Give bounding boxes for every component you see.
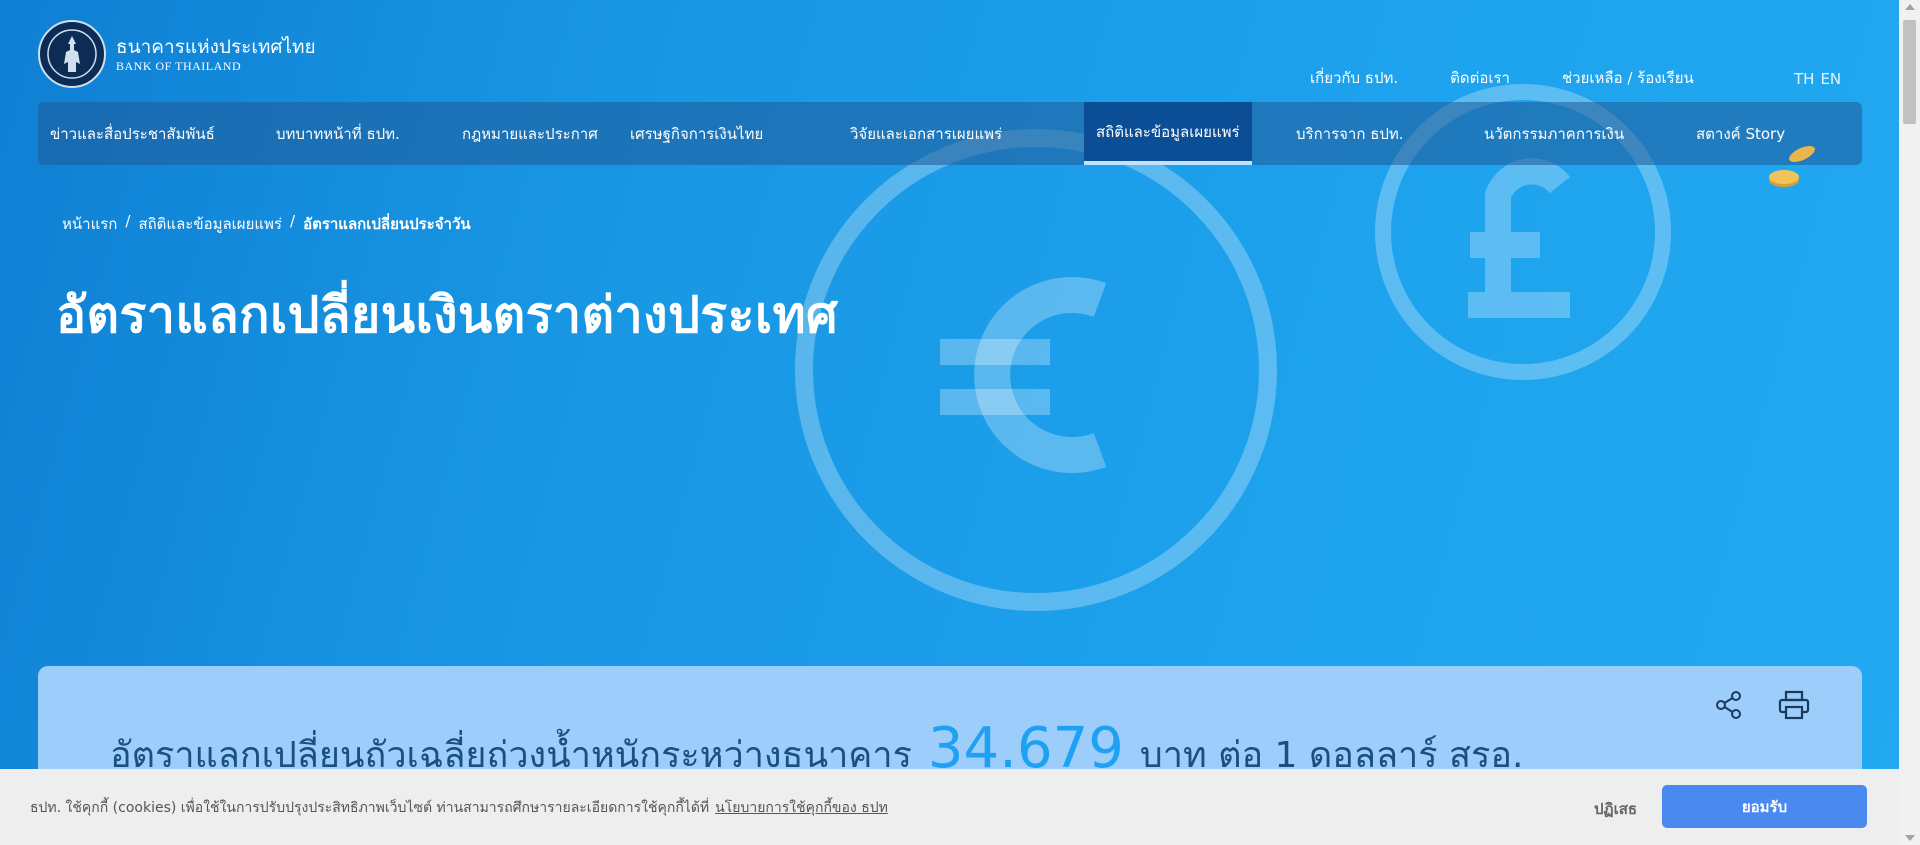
nav-item-innovation[interactable]: นวัตกรรมภาคการเงิน	[1472, 102, 1636, 165]
main-nav: ข่าวและสื่อประชาสัมพันธ์ บทบาทหน้าที่ ธป…	[38, 102, 1862, 165]
nav-item-laws[interactable]: กฎหมายและประกาศ	[450, 102, 610, 165]
page: ธนาคารแห่งประเทศไทย BANK OF THAILAND เกี…	[0, 0, 1899, 845]
breadcrumb-home[interactable]: หน้าแรก	[62, 212, 117, 236]
scroll-thumb[interactable]	[1903, 20, 1916, 124]
nav-item-services[interactable]: บริการจาก ธปท.	[1284, 102, 1416, 165]
page-title: อัตราแลกเปลี่ยนเงินตราต่างประเทศ	[56, 286, 839, 344]
accept-cookies-button[interactable]: ยอมรับ	[1662, 785, 1867, 828]
reject-cookies-button[interactable]: ปฏิเสธ	[1594, 797, 1637, 821]
breadcrumb-section[interactable]: สถิติและข้อมูลเผยแพร่	[138, 212, 282, 236]
language-switch: TH EN	[1794, 70, 1841, 88]
scroll-up-icon[interactable]	[1905, 4, 1915, 10]
nav-item-statistics[interactable]: สถิติและข้อมูลเผยแพร่	[1084, 102, 1252, 165]
lang-th[interactable]: TH	[1794, 70, 1814, 88]
nav-item-economy[interactable]: เศรษฐกิจการเงินไทย	[618, 102, 775, 165]
cookie-policy-link[interactable]: นโยบายการใช้คุกกี้ของ ธปท	[715, 800, 888, 816]
print-icon[interactable]	[1778, 690, 1810, 720]
lang-en[interactable]: EN	[1820, 70, 1841, 88]
top-links: เกี่ยวกับ ธปท. ติดต่อเรา ช่วยเหลือ / ร้อ…	[1310, 66, 1746, 90]
top-link-about[interactable]: เกี่ยวกับ ธปท.	[1310, 66, 1398, 90]
scrollbar[interactable]	[1899, 0, 1920, 845]
coins-icon	[1769, 145, 1815, 187]
bank-name-en: BANK OF THAILAND	[116, 58, 242, 73]
top-link-help[interactable]: ช่วยเหลือ / ร้องเรียน	[1562, 66, 1694, 90]
nav-item-roles[interactable]: บทบาทหน้าที่ ธปท.	[264, 102, 412, 165]
breadcrumb: หน้าแรก / สถิติและข้อมูลเผยแพร่ / อัตราแ…	[62, 212, 471, 236]
cookie-text: ธปท. ใช้คุกกี้ (cookies) เพื่อใช้ในการปร…	[30, 800, 710, 816]
share-icon[interactable]	[1714, 690, 1744, 720]
bank-of-thailand-seal-icon	[38, 20, 106, 88]
breadcrumb-current: อัตราแลกเปลี่ยนประจำวัน	[303, 215, 471, 233]
euro-coin-icon	[795, 129, 1277, 611]
bank-name-th: ธนาคารแห่งประเทศไทย	[116, 35, 316, 58]
cookie-banner: ธปท. ใช้คุกกี้ (cookies) เพื่อใช้ในการปร…	[0, 769, 1899, 845]
bank-logo[interactable]: ธนาคารแห่งประเทศไทย BANK OF THAILAND	[38, 20, 316, 88]
scroll-down-icon[interactable]	[1905, 835, 1915, 841]
breadcrumb-separator: /	[125, 212, 131, 230]
top-link-contact[interactable]: ติดต่อเรา	[1450, 66, 1510, 90]
breadcrumb-separator: /	[290, 212, 296, 230]
nav-item-research[interactable]: วิจัยและเอกสารเผยแพร่	[838, 102, 1014, 165]
nav-item-news[interactable]: ข่าวและสื่อประชาสัมพันธ์	[38, 102, 227, 165]
